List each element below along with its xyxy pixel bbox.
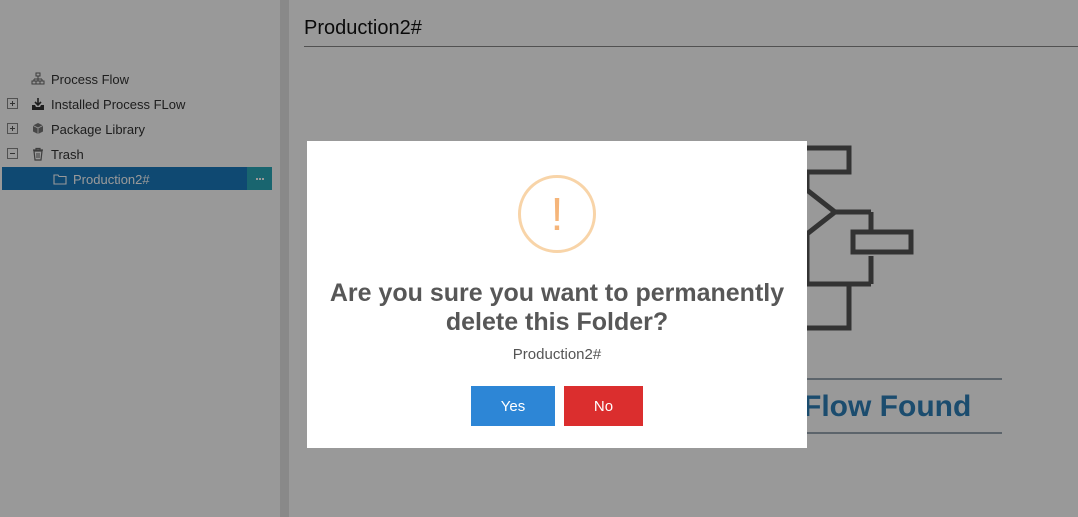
confirm-delete-dialog: ! Are you sure you want to permanently d… bbox=[307, 141, 807, 448]
no-button[interactable]: No bbox=[564, 386, 643, 426]
yes-button[interactable]: Yes bbox=[471, 386, 555, 426]
exclamation-mark: ! bbox=[550, 188, 564, 240]
dialog-title: Are you sure you want to permanently del… bbox=[329, 279, 785, 336]
warning-icon: ! bbox=[518, 175, 596, 253]
dialog-message: Production2# bbox=[512, 346, 602, 363]
